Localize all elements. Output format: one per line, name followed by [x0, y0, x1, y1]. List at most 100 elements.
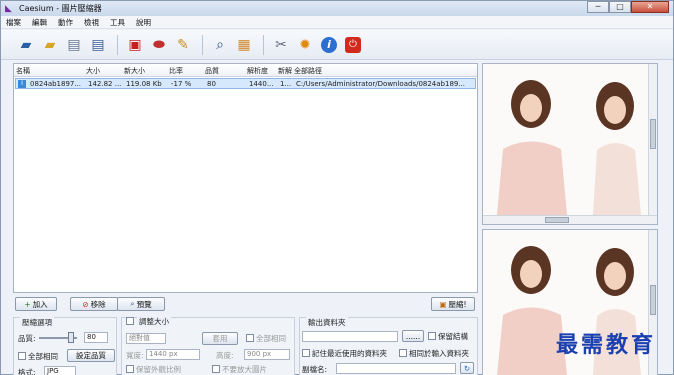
- menu-action[interactable]: 動作: [58, 17, 73, 28]
- menu-bar: 檔案 編輯 動作 檢視 工具 說明: [1, 16, 673, 29]
- cell-ratio: -17 %: [171, 80, 192, 88]
- format-label: 格式:: [18, 368, 36, 375]
- resize-label: 調整大小: [137, 316, 171, 327]
- apply-button[interactable]: 套用: [202, 332, 238, 345]
- resize-checkbox[interactable]: [126, 317, 134, 325]
- output-path-field[interactable]: [302, 331, 398, 342]
- keep-ratio-checkbox[interactable]: [126, 365, 134, 373]
- resize-mode-dropdown[interactable]: 絕對值: [126, 333, 166, 344]
- add-folder-icon[interactable]: ▰: [39, 34, 61, 56]
- toolbar-separator: [202, 34, 203, 55]
- info-icon[interactable]: i: [318, 34, 340, 56]
- clean-broom-icon[interactable]: ✎: [172, 34, 194, 56]
- column-name[interactable]: 名稱: [16, 66, 30, 76]
- toolbar-separator: [117, 34, 118, 55]
- suffix-field[interactable]: [336, 363, 456, 374]
- column-quality[interactable]: 品質: [205, 66, 219, 76]
- minimize-button[interactable]: ─: [587, 1, 609, 13]
- all-same-checkbox[interactable]: [18, 352, 26, 360]
- set-quality-button[interactable]: 設定品質: [67, 349, 115, 362]
- height-field[interactable]: 900 px: [244, 349, 290, 360]
- save-icon[interactable]: ▤: [63, 34, 85, 56]
- use-last-folder-checkbox[interactable]: [302, 349, 310, 357]
- keep-structure-checkbox[interactable]: [428, 332, 436, 340]
- column-full-path[interactable]: 全部路徑: [294, 66, 322, 76]
- original-preview-pane: [482, 63, 658, 225]
- cell-new-size: 119.08 Kb: [126, 80, 162, 88]
- original-photo: [483, 64, 649, 215]
- output-folder-label: 輸出資料夾: [306, 317, 348, 328]
- column-size[interactable]: 大小: [86, 66, 100, 76]
- file-list-header: 名稱 大小 新大小 比率 品質 解析度 新解 全部路徑: [14, 64, 477, 77]
- no-enlarge-label: 不要放大圖片: [222, 365, 267, 374]
- compression-options-label: 壓縮選項: [20, 317, 54, 328]
- menu-help[interactable]: 說明: [136, 17, 151, 28]
- cell-new-resolution: 1...: [280, 80, 292, 88]
- image-file-icon: I: [18, 80, 26, 88]
- quality-slider-handle[interactable]: [68, 332, 74, 343]
- suffix-refresh-button[interactable]: ↻: [460, 362, 474, 374]
- same-as-input-label: 相同於輸入資料夾: [409, 349, 469, 358]
- browse-button[interactable]: ......: [402, 330, 424, 342]
- no-enlarge-checkbox[interactable]: [212, 365, 220, 373]
- preview-vertical-scrollbar[interactable]: [648, 64, 657, 224]
- toolbar: ▰ ▰ ▤ ▤ ▣ ⬬ ✎ ⌕ ▦ ✂ ✹ i ⏻: [1, 30, 673, 60]
- maximize-button[interactable]: □: [609, 1, 631, 13]
- compression-options-group: 壓縮選項 品質: 80 全部相同 設定品質 格式: JPG: [13, 317, 117, 375]
- refresh-icon: ↻: [463, 363, 471, 373]
- menu-file[interactable]: 檔案: [6, 17, 21, 28]
- cell-resolution: 1440...: [249, 80, 274, 88]
- no-entry-icon: ⊘: [82, 299, 89, 309]
- cell-quality: 80: [207, 80, 216, 88]
- watermark: 最需教育: [556, 332, 657, 358]
- column-ratio[interactable]: 比率: [169, 66, 183, 76]
- quality-label: 品質:: [18, 334, 36, 343]
- resize-all-same-label: 全部相同: [256, 334, 286, 343]
- power-exit-icon[interactable]: ⏻: [342, 34, 364, 56]
- suffix-label: 副檔名:: [302, 365, 328, 374]
- width-field[interactable]: 1440 px: [146, 349, 200, 360]
- format-dropdown[interactable]: JPG: [44, 366, 76, 375]
- column-new-resolution[interactable]: 新解: [278, 66, 292, 76]
- output-folder-group: 輸出資料夾 ...... 保留結構 記住最近使用的資料夾 相同於輸入資料夾 副檔…: [299, 317, 478, 375]
- keep-ratio-label: 保留外觀比例: [136, 365, 181, 374]
- save-as-icon[interactable]: ▤: [87, 34, 109, 56]
- file-list[interactable]: 名稱 大小 新大小 比率 品質 解析度 新解 全部路徑 I 0824ab1897…: [13, 63, 478, 293]
- cell-name: 0824ab1897...: [30, 80, 82, 88]
- height-label: 高度:: [216, 351, 234, 360]
- menu-view[interactable]: 檢視: [84, 17, 99, 28]
- quality-spinbox[interactable]: 80: [84, 332, 108, 343]
- all-same-label: 全部相同: [28, 352, 58, 361]
- window-title: Caesium - 圖片壓縮器: [19, 4, 102, 13]
- preview-horizontal-scrollbar[interactable]: [483, 215, 657, 224]
- column-resolution[interactable]: 解析度: [247, 66, 268, 76]
- title-bar: ◣ Caesium - 圖片壓縮器 ─ □ ✕: [1, 1, 673, 16]
- table-row[interactable]: I 0824ab1897... 142.82 ... 119.08 Kb -17…: [15, 78, 476, 89]
- menu-edit[interactable]: 編輯: [32, 17, 47, 28]
- plus-icon: +: [24, 299, 31, 309]
- open-folder-icon[interactable]: ▰: [15, 34, 37, 56]
- remove-button[interactable]: ⊘ 移除: [70, 297, 118, 311]
- clear-list-icon[interactable]: ⬬: [148, 34, 170, 56]
- app-window: ◣ Caesium - 圖片壓縮器 ─ □ ✕ 檔案 編輯 動作 檢視 工具 說…: [0, 0, 674, 375]
- caesium-logo-icon: ◣: [5, 3, 12, 14]
- add-button[interactable]: + 加入: [15, 297, 57, 311]
- settings-tools-icon[interactable]: ✂: [270, 34, 292, 56]
- width-label: 寬度:: [126, 351, 144, 360]
- cell-path: C:/Users/Administrator/Downloads/0824ab1…: [296, 80, 466, 88]
- same-as-input-checkbox[interactable]: [399, 349, 407, 357]
- keep-structure-label: 保留結構: [438, 332, 468, 341]
- compress-button[interactable]: ▣ 壓縮!: [431, 297, 475, 311]
- use-last-folder-label: 記住最近使用的資料夾: [312, 349, 387, 358]
- image-preview-icon[interactable]: ▦: [233, 34, 255, 56]
- resize-all-same-checkbox[interactable]: [246, 334, 254, 342]
- close-button[interactable]: ✕: [631, 1, 669, 13]
- preview-magnifier-icon[interactable]: ⌕: [209, 34, 231, 56]
- action-button-bar: + 加入 ⊘ 移除 ⌕ 預覽 ▣ 壓縮!: [13, 297, 478, 312]
- column-new-size[interactable]: 新大小: [124, 66, 145, 76]
- preview-button[interactable]: ⌕ 預覽: [117, 297, 165, 311]
- cell-size: 142.82 ...: [88, 80, 122, 88]
- options-gear-icon[interactable]: ✹: [294, 34, 316, 56]
- menu-tools[interactable]: 工具: [110, 17, 125, 28]
- remove-item-icon[interactable]: ▣: [124, 34, 146, 56]
